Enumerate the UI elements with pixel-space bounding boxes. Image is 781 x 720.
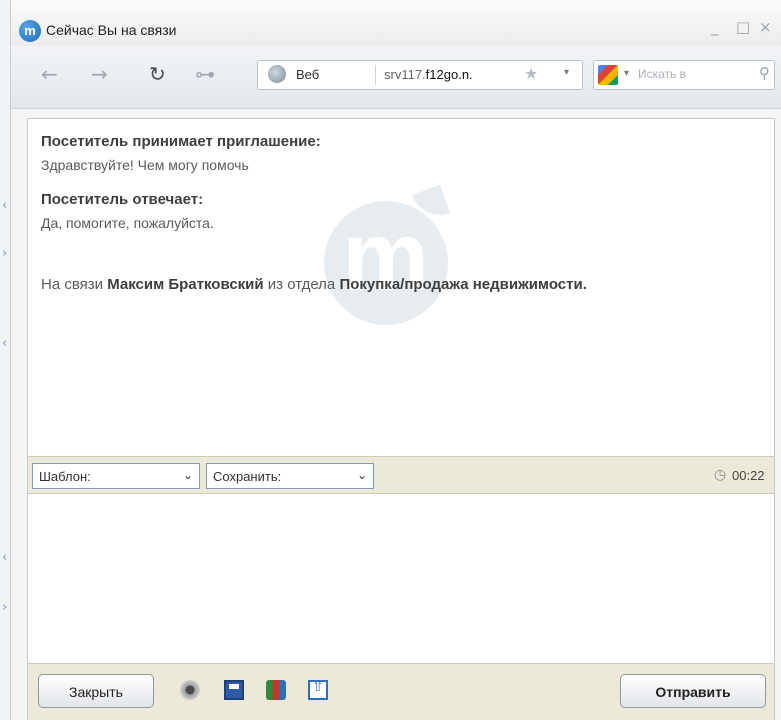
agent-notice: На связи Максим Братковский из отдела По… — [41, 275, 661, 295]
chevron-down-icon: ⌄ — [356, 468, 367, 482]
chat-window: m Сейчас Вы на связи _ □ × ← → ↻ ⊶ Веб s… — [10, 0, 781, 720]
reload-icon[interactable]: ↻ — [149, 62, 166, 86]
department-name: Покупка/продажа недвижимости — [339, 276, 583, 293]
strip-mark: ‹ — [2, 198, 8, 213]
strip-mark: › — [2, 600, 8, 615]
strip-mark: ‹ — [2, 336, 8, 351]
agent-name: Максим Братковский — [107, 276, 264, 293]
globe-icon — [268, 65, 286, 83]
close-button[interactable]: Закрыть — [38, 674, 154, 708]
strip-mark: ‹ — [2, 550, 8, 565]
url-prefix: srv117. — [384, 67, 426, 82]
sound-icon[interactable] — [180, 680, 200, 700]
search-box[interactable]: ▾ Искать в ⚲ — [593, 60, 775, 90]
strip-mark: › — [2, 246, 8, 261]
template-select-label: Шаблон: — [39, 469, 91, 484]
save-select-label: Сохранить: — [213, 469, 282, 484]
agent-notice-suffix: . — [582, 276, 587, 293]
close-icon[interactable]: × — [759, 18, 772, 36]
background-page-strip: ‹ › ‹ ‹ › — [0, 0, 10, 720]
template-select[interactable]: Шаблон: ⌄ — [32, 463, 200, 489]
minimize-icon[interactable]: _ — [711, 18, 719, 36]
agent-notice-prefix: На связи — [41, 276, 108, 293]
forward-icon[interactable]: → — [91, 62, 108, 86]
key-icon[interactable]: ⊶ — [195, 62, 215, 86]
web-label: Веб — [296, 67, 320, 82]
chevron-down-icon: ⌄ — [182, 468, 193, 482]
bottom-bar: Закрыть Отправить — [27, 664, 775, 720]
users-icon[interactable] — [266, 680, 286, 700]
chat-history: m Посетитель принимает приглашение: Здра… — [27, 118, 775, 456]
search-icon[interactable]: ⚲ — [759, 64, 770, 82]
back-icon[interactable]: ← — [41, 62, 58, 86]
upload-icon[interactable] — [308, 679, 328, 700]
address-bar[interactable]: Веб srv117.f12go.n. ★ ▾ — [257, 60, 583, 90]
window-title: Сейчас Вы на связи — [46, 22, 177, 38]
message-input[interactable] — [27, 494, 775, 664]
message-text: Да, помогите, пожалуйста. — [41, 215, 214, 231]
browser-toolbar: ← → ↻ ⊶ Веб srv117.f12go.n. ★ ▾ ▾ Искать… — [11, 46, 781, 109]
address-divider — [375, 65, 376, 85]
send-button[interactable]: Отправить — [620, 674, 766, 708]
clock-icon: ◷ — [714, 467, 727, 483]
message-heading: Посетитель принимает приглашение: — [41, 133, 321, 150]
chevron-down-icon[interactable]: ▾ — [564, 67, 569, 78]
chevron-down-icon[interactable]: ▾ — [624, 68, 629, 79]
agent-notice-middle: из отдела — [263, 276, 340, 293]
star-icon[interactable]: ★ — [524, 64, 538, 83]
save-icon[interactable] — [224, 680, 244, 700]
controls-bar: Шаблон: ⌄ Сохранить: ⌄ ◷ 00:22 — [27, 456, 775, 494]
url-host: f12go.n. — [425, 67, 473, 82]
url-text[interactable]: srv117.f12go.n. — [384, 67, 473, 82]
message-heading: Посетитель отвечает: — [41, 191, 204, 208]
maximize-icon[interactable]: □ — [736, 18, 750, 36]
message-text: Здравствуйте! Чем могу помочь — [41, 157, 249, 173]
save-select[interactable]: Сохранить: ⌄ — [206, 463, 374, 489]
chat-timer: 00:22 — [732, 468, 765, 483]
title-bar: m Сейчас Вы на связи _ □ × — [11, 0, 781, 46]
google-icon[interactable] — [598, 65, 618, 85]
search-input[interactable]: Искать в — [638, 67, 686, 81]
app-logo-icon: m — [19, 20, 41, 42]
